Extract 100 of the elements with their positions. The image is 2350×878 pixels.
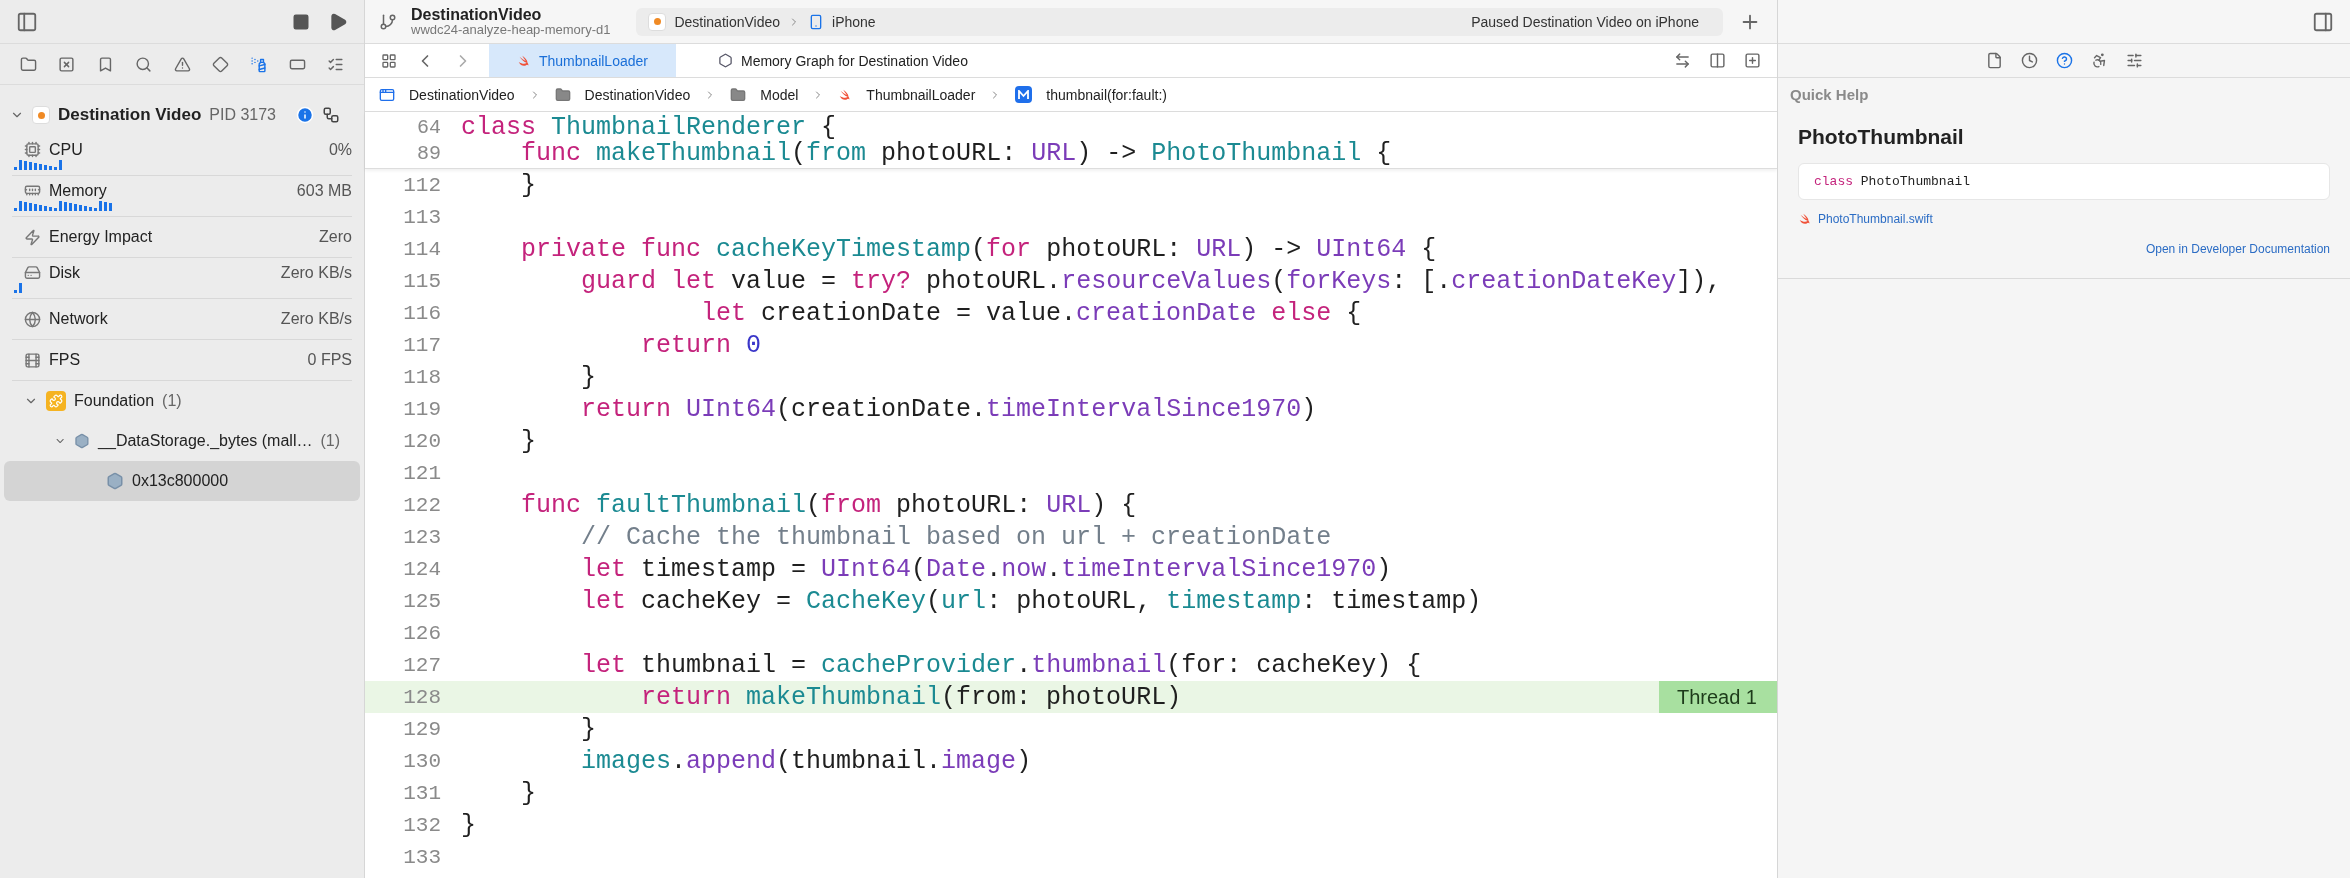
code-line: let timestamp = UInt64(Date.now.timeIntervalSince1970)	[580, 554, 1392, 584]
code-line: private func cacheKeyTimestamp(for photoURL: URL) -> UInt64 {	[520, 234, 1437, 264]
code-line: }	[520, 426, 536, 456]
method-icon	[1015, 86, 1033, 103]
editor-tab[interactable]: ThumbnailLoader	[489, 44, 676, 77]
breadcrumb-item[interactable]: DestinationVideo	[409, 86, 515, 103]
code-line: let creationDate = value.creationDate else {	[700, 298, 1362, 328]
tree-item[interactable]: 0x13c800000	[4, 461, 360, 501]
add-editor-icon[interactable]	[1742, 50, 1763, 71]
usage-sparkline	[14, 158, 64, 170]
hexagon-icon	[717, 53, 733, 68]
line-number: 89	[416, 141, 442, 165]
project-name: DestinationVideo	[411, 5, 543, 24]
code-line: }	[461, 810, 476, 840]
line-number: 121	[402, 461, 442, 485]
chip-icon	[24, 141, 41, 158]
line-number: 129	[402, 717, 442, 741]
line-number: 133	[402, 845, 442, 869]
app-icon	[379, 86, 395, 103]
line-number: 132	[402, 813, 442, 837]
cube-icon	[74, 432, 91, 450]
metric-label: Disk	[49, 263, 81, 282]
folder-icon	[554, 86, 571, 103]
line-number: 127	[402, 653, 442, 677]
panel-heading: Quick Help	[1790, 85, 1870, 103]
code-line: return makeThumbnail(from: photoURL)	[640, 682, 1182, 712]
usage-sparkline	[14, 281, 24, 293]
line-number: 122	[402, 493, 442, 517]
code-line: return UInt64(creationDate.timeIntervalSince1970)	[580, 394, 1317, 424]
line-number: 116	[402, 301, 442, 325]
scheme-selector[interactable]: DestinationVideo iPhone Paused Destination Video on iPhone	[636, 7, 1723, 36]
line-number: 120	[402, 429, 442, 453]
breadcrumb-item[interactable]: thumbnail(for:fault:)	[1046, 86, 1167, 103]
code-line: return 0	[640, 330, 762, 360]
thread-badge: Thread 1	[1658, 681, 1777, 713]
symbol-title: PhotoThumbnail	[1798, 125, 1965, 149]
destination-name: iPhone	[832, 13, 876, 30]
cube-icon	[106, 472, 124, 490]
metric-value: 0 FPS	[307, 351, 352, 369]
file-link[interactable]: PhotoThumbnail.swift	[1798, 212, 2330, 226]
code-line: let thumbnail = cacheProvider.thumbnail(for: cacheKey) {	[580, 650, 1422, 680]
breadcrumb-item[interactable]: Model	[760, 86, 799, 103]
tree-count: (1)	[162, 392, 182, 410]
code-line: let cacheKey = CacheKey(url: photoURL, timestamp: timestamp)	[580, 586, 1482, 616]
info-icon[interactable]	[296, 106, 314, 124]
metric-label: Energy Impact	[49, 228, 153, 246]
line-number: 113	[402, 205, 442, 229]
code-line: }	[580, 714, 597, 744]
lightning-icon	[24, 228, 41, 246]
metric-value: Zero KB/s	[280, 310, 352, 328]
folder-icon	[730, 86, 747, 103]
film-icon	[24, 351, 41, 369]
line-number: 131	[402, 781, 442, 805]
process-pid: PID 3173	[209, 106, 276, 124]
line-number: 124	[402, 557, 442, 581]
app-icon	[648, 12, 667, 31]
line-number: 126	[402, 621, 442, 645]
breadcrumb-item[interactable]: DestinationVideo	[584, 86, 691, 103]
line-number: 119	[402, 397, 442, 421]
code-line: }	[520, 170, 536, 200]
globe-icon	[24, 310, 41, 328]
tree-item[interactable]: Foundation (1)	[4, 381, 360, 421]
metric-value: 603 MB	[296, 181, 352, 200]
process-row[interactable]: Destination Video PID 3173	[4, 95, 360, 135]
status-text: Paused Destination Video on iPhone	[1471, 13, 1699, 30]
metric-value: Zero KB/s	[280, 263, 352, 282]
scheme-name: DestinationVideo	[674, 13, 781, 30]
metric-label: Network	[49, 310, 108, 328]
branch-name: wwdc24-analyze-heap-memory-d1	[411, 23, 611, 38]
code-line: guard let value = try? photoURL.resourceValues(forKeys: [.creationDateKey]),	[580, 266, 1722, 296]
line-number: 130	[402, 749, 442, 773]
line-number: 115	[402, 269, 442, 293]
metric-label: Memory	[49, 181, 107, 200]
graph-icon[interactable]	[322, 106, 340, 124]
line-number: 64	[416, 115, 442, 139]
metric-label: CPU	[49, 140, 83, 159]
code-line: images.append(thumbnail.image)	[580, 746, 1032, 776]
tree-label: 0x13c800000	[132, 472, 229, 490]
code-line: func faultThumbnail(from photoURL: URL) {	[520, 490, 1137, 520]
tree-count: (1)	[320, 432, 340, 450]
app-icon	[32, 106, 50, 124]
code-line: }	[520, 778, 536, 808]
breadcrumb-item[interactable]: ThumbnailLoader	[866, 86, 976, 103]
documentation-link[interactable]: Open in Developer Documentation	[2145, 242, 2330, 278]
line-number: 112	[402, 173, 442, 197]
line-number: 117	[402, 333, 442, 357]
line-number: 118	[402, 365, 442, 389]
declaration-code: class PhotoThumbnail	[1798, 163, 2330, 200]
metric-label: FPS	[49, 351, 81, 369]
metric-value: Zero	[319, 228, 352, 246]
line-number: 114	[402, 237, 442, 261]
tree-label: __DataStorage._bytes (mall…	[98, 432, 313, 450]
line-number: 128	[402, 685, 442, 709]
code-line: }	[580, 362, 597, 392]
tree-item[interactable]: __DataStorage._bytes (mall… (1)	[4, 421, 360, 461]
editor-tab[interactable]: Memory Graph for Destination Video	[689, 44, 996, 77]
swift-icon	[1798, 212, 1812, 226]
line-number: 125	[402, 589, 442, 613]
metric-value: 0%	[328, 140, 352, 159]
package-icon	[46, 391, 66, 411]
